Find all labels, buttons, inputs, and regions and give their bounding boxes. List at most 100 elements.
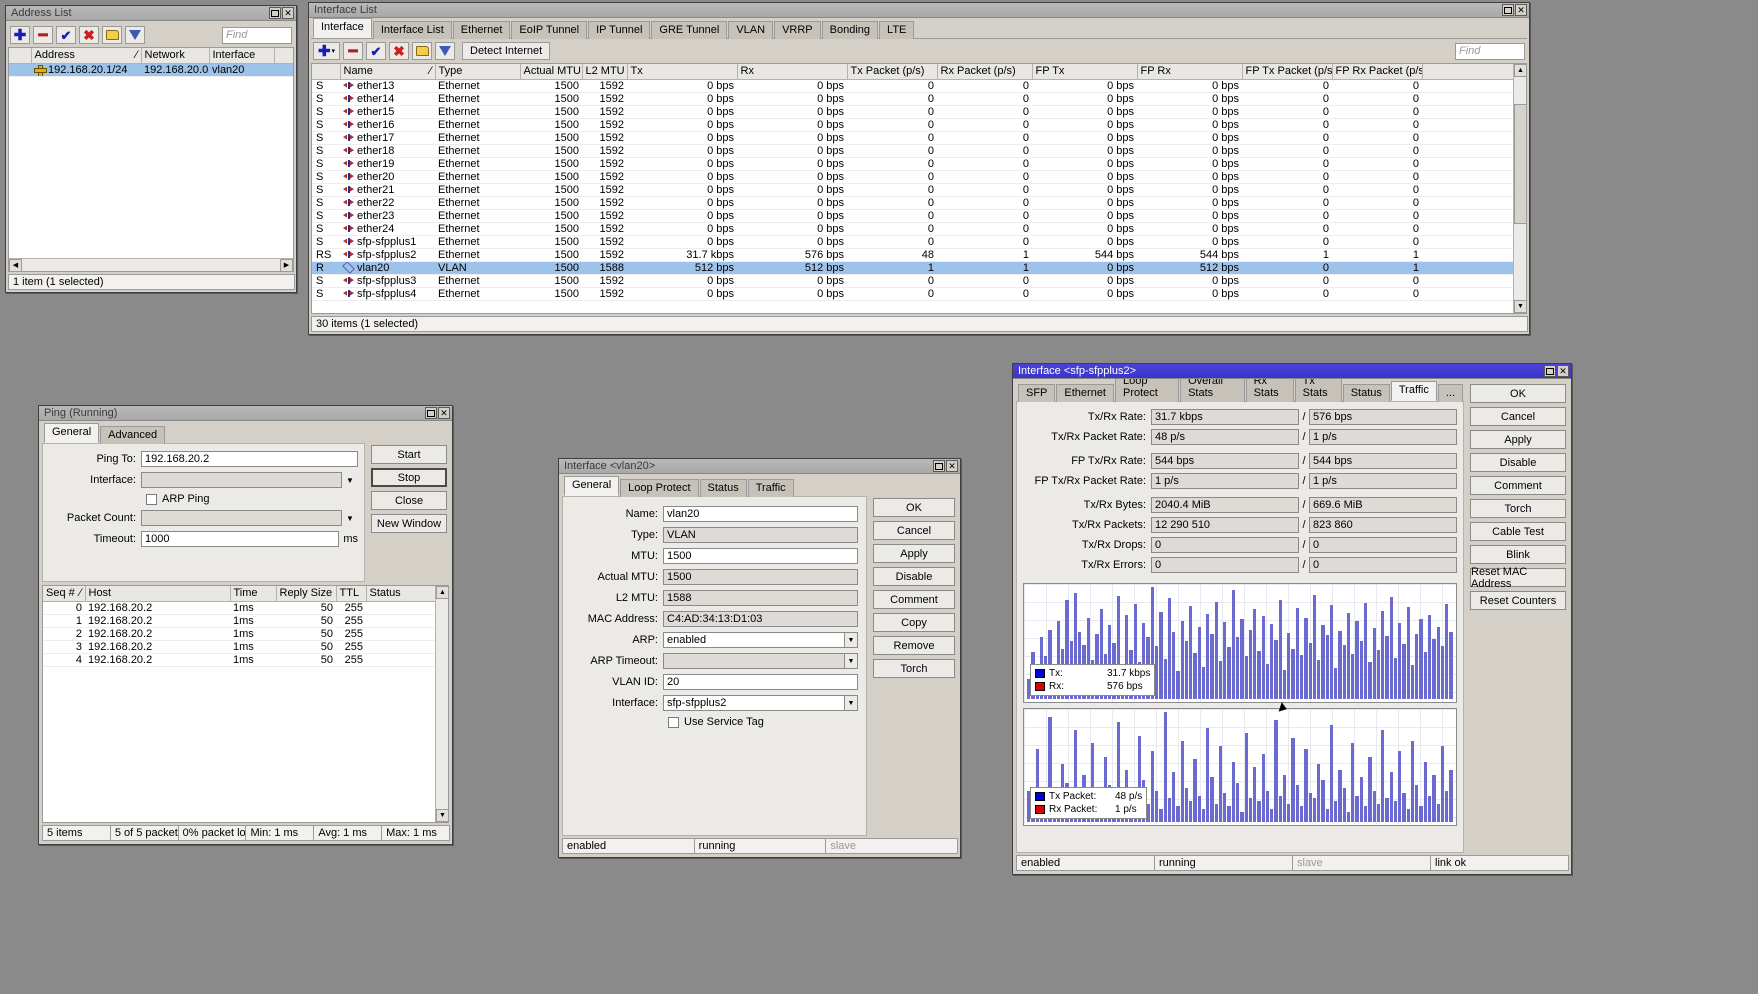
col-flags[interactable] <box>312 64 341 80</box>
maximize-icon[interactable] <box>1502 4 1514 16</box>
scroll-right-icon[interactable]: ▶ <box>280 258 293 271</box>
disable-button[interactable]: ✖ <box>79 26 99 44</box>
tab-overall-stats[interactable]: Overall Stats <box>1180 379 1245 402</box>
table-row[interactable]: 2 192.168.20.2 1ms 50 255 <box>43 627 448 641</box>
table-row[interactable]: Ssfp-sfpplus3 Ethernet 1500 1592 0 bps 0 bps 0… <box>312 274 1513 288</box>
table-row[interactable]: Ssfp-sfpplus4 Ethernet 1500 1592 0 bps 0 bps 0… <box>312 287 1513 301</box>
arp-timeout-input[interactable] <box>663 653 845 669</box>
tab-interface-list[interactable]: Interface List <box>372 21 452 39</box>
vertical-scrollbar[interactable]: ▲ ▼ <box>435 586 448 822</box>
timeout-input[interactable]: 1000 <box>141 531 340 547</box>
tab-general[interactable]: General <box>564 476 620 496</box>
chevron-down-icon[interactable]: ▼ <box>845 632 858 648</box>
remove-button[interactable]: ━ <box>343 42 363 60</box>
ping-to-input[interactable]: 192.168.20.2 <box>141 451 358 467</box>
remove-button[interactable]: ━ <box>33 26 53 44</box>
chevron-down-icon[interactable]: ▼ <box>845 653 858 669</box>
ok-button[interactable]: OK <box>1470 384 1566 403</box>
col-host[interactable]: Host <box>85 586 231 602</box>
scroll-up-icon[interactable]: ▲ <box>436 586 448 599</box>
tx-rx-rate-right-value[interactable]: 576 bps <box>1309 409 1457 425</box>
interface-list-titlebar[interactable]: Interface List ✕ <box>309 3 1529 18</box>
comment-button[interactable] <box>102 26 122 44</box>
tab-ip-tunnel[interactable]: IP Tunnel <box>588 21 651 39</box>
tx-rx-drops-right-value[interactable]: 0 <box>1309 537 1457 553</box>
fp-tx-rx-rate-left-value[interactable]: 544 bps <box>1151 453 1299 469</box>
tab-vrrp[interactable]: VRRP <box>774 21 821 39</box>
blink-button[interactable]: Blink <box>1470 545 1566 564</box>
chevron-down-icon[interactable]: ▼ <box>342 476 358 485</box>
fp-tx-rx-packet-rate-right-value[interactable]: 1 p/s <box>1309 473 1457 489</box>
tab-traffic[interactable]: Traffic <box>1390 381 1437 401</box>
table-row[interactable]: Sether15 Ethernet 1500 1592 0 bps 0 bps 0 0 0 bp… <box>312 105 1513 119</box>
scroll-up-icon[interactable]: ▲ <box>1514 64 1526 77</box>
table-row[interactable]: Sether23 Ethernet 1500 1592 0 bps 0 bps 0 0 0 bp… <box>312 209 1513 223</box>
actual-mtu-input[interactable]: 1500 <box>663 569 858 585</box>
detect-internet-button[interactable]: Detect Internet <box>462 42 551 60</box>
col-rx-packet[interactable]: Rx Packet (p/s) <box>937 64 1033 80</box>
table-row[interactable]: Sether18 Ethernet 1500 1592 0 bps 0 bps 0 0 0 bp… <box>312 144 1513 158</box>
tab-loop-protect[interactable]: Loop Protect <box>620 479 699 497</box>
table-row[interactable]: Sether21 Ethernet 1500 1592 0 bps 0 bps 0 0 0 bp… <box>312 183 1513 197</box>
interface-input[interactable] <box>141 472 342 488</box>
close-icon[interactable]: ✕ <box>946 460 958 472</box>
sfp-interface-dialog[interactable]: Interface <sfp-sfpplus2> ✕ SFP Ethernet Lo… <box>1012 363 1572 875</box>
stop-button[interactable]: Stop <box>371 468 447 487</box>
col-flag[interactable] <box>9 48 32 64</box>
tx-rx-drops-left-value[interactable]: 0 <box>1151 537 1299 553</box>
tx-rx-errors-left-value[interactable]: 0 <box>1151 557 1299 573</box>
remove-button[interactable]: Remove <box>873 636 955 655</box>
disable-button[interactable]: Disable <box>873 567 955 586</box>
tx-rx-rate-left-value[interactable]: 31.7 kbps <box>1151 409 1299 425</box>
cancel-button[interactable]: Cancel <box>1470 407 1566 426</box>
tx-rx-bytes-left-value[interactable]: 2040.4 MiB <box>1151 497 1299 513</box>
col-tx-packet[interactable]: Tx Packet (p/s) <box>847 64 938 80</box>
col-fp-rx-packet[interactable]: FP Rx Packet (p/s) <box>1332 64 1423 80</box>
col-name[interactable]: Name ∕ <box>340 64 436 80</box>
tx-rx-packets-right-value[interactable]: 823 860 <box>1309 517 1457 533</box>
enable-button[interactable]: ✔ <box>56 26 76 44</box>
col-ttl[interactable]: TTL <box>336 586 367 602</box>
type-input[interactable]: VLAN <box>663 527 858 543</box>
col-address[interactable]: Address ∕ <box>31 48 142 64</box>
maximize-icon[interactable] <box>1544 365 1556 377</box>
sfp-dialog-titlebar[interactable]: Interface <sfp-sfpplus2> ✕ <box>1013 364 1571 379</box>
apply-button[interactable]: Apply <box>873 544 955 563</box>
col-interface[interactable]: Interface <box>209 48 275 64</box>
fp-tx-rx-rate-right-value[interactable]: 544 bps <box>1309 453 1457 469</box>
tx-rx-errors-right-value[interactable]: 0 <box>1309 557 1457 573</box>
disable-button[interactable]: ✖ <box>389 42 409 60</box>
close-icon[interactable]: ✕ <box>1515 4 1527 16</box>
table-row[interactable]: Sether16 Ethernet 1500 1592 0 bps 0 bps 0 0 0 bp… <box>312 118 1513 132</box>
address-list-titlebar[interactable]: Address List ✕ <box>6 6 296 21</box>
reset-mac-address-button[interactable]: Reset MAC Address <box>1470 566 1566 590</box>
use-service-tag-row[interactable]: Use Service Tag <box>571 716 858 728</box>
tab-lte[interactable]: LTE <box>879 21 915 39</box>
table-row[interactable]: Sether17 Ethernet 1500 1592 0 bps 0 bps 0 0 0 bp… <box>312 131 1513 145</box>
interface-input[interactable]: sfp-sfpplus2 <box>663 695 845 711</box>
col-rx[interactable]: Rx <box>737 64 848 80</box>
table-row[interactable]: 0 192.168.20.2 1ms 50 255 <box>43 601 448 615</box>
name-input[interactable]: vlan20 <box>663 506 858 522</box>
reset-counters-button[interactable]: Reset Counters <box>1470 591 1566 610</box>
table-row[interactable]: Sether19 Ethernet 1500 1592 0 bps 0 bps 0 0 0 bp… <box>312 157 1513 171</box>
close-icon[interactable]: ✕ <box>1557 365 1569 377</box>
filter-button[interactable] <box>435 42 455 60</box>
add-button[interactable]: ✚ <box>10 26 30 44</box>
table-row[interactable]: Sether20 Ethernet 1500 1592 0 bps 0 bps 0 0 0 bp… <box>312 170 1513 184</box>
disable-button[interactable]: Disable <box>1470 453 1566 472</box>
col-status[interactable]: Status <box>366 586 447 602</box>
tab-loop-protect[interactable]: Loop Protect <box>1115 379 1180 402</box>
tx-rx-bytes-right-value[interactable]: 669.6 MiB <box>1309 497 1457 513</box>
l2-mtu-input[interactable]: 1588 <box>663 590 858 606</box>
col-tx[interactable]: Tx <box>627 64 738 80</box>
ping-titlebar[interactable]: Ping (Running) ✕ <box>39 406 452 421</box>
arp-ping-row[interactable]: ARP Ping <box>49 493 358 505</box>
table-row[interactable]: Sether24 Ethernet 1500 1592 0 bps 0 bps 0 0 0 bp… <box>312 222 1513 236</box>
scroll-down-icon[interactable]: ▼ <box>436 809 448 822</box>
horizontal-scrollbar[interactable]: ◀ ▶ <box>9 258 293 271</box>
table-row[interactable]: Ssfp-sfpplus1 Ethernet 1500 1592 0 bps 0 bps 0… <box>312 235 1513 249</box>
interface-list-window[interactable]: Interface List ✕ Interface Interface List… <box>308 2 1530 335</box>
tab-traffic[interactable]: Traffic <box>747 479 794 497</box>
tab-status[interactable]: Status <box>699 479 747 497</box>
